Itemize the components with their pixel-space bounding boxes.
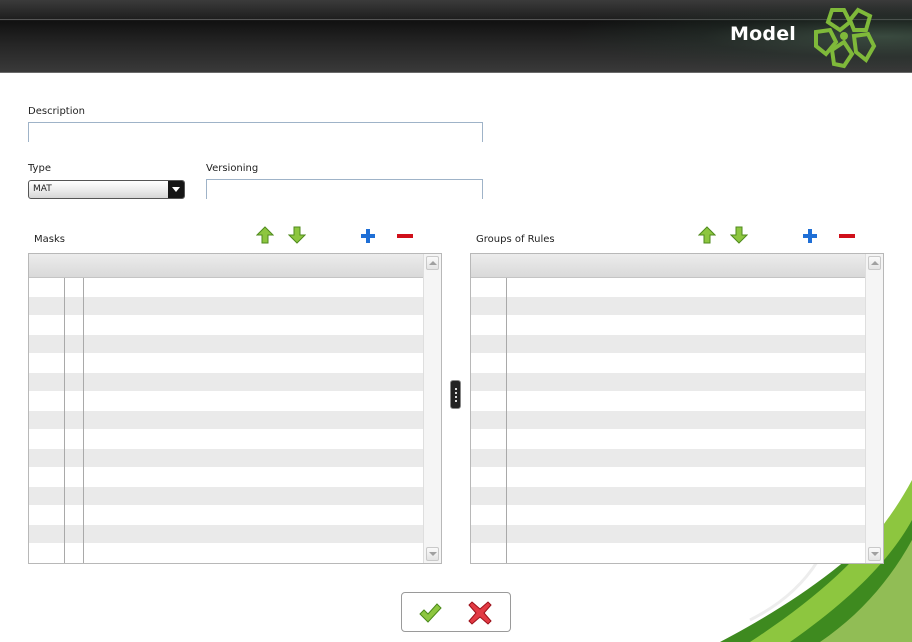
table-row[interactable] xyxy=(29,335,423,354)
cross-icon xyxy=(468,601,492,625)
move-up-icon xyxy=(698,226,716,244)
column-divider xyxy=(64,278,65,563)
table-row[interactable] xyxy=(471,430,865,449)
table-row[interactable] xyxy=(471,316,865,335)
rules-scrollbar[interactable] xyxy=(865,254,883,563)
versioning-label: Versioning xyxy=(206,163,259,174)
logo-icon xyxy=(814,7,877,69)
rules-grid-rows xyxy=(471,278,865,563)
table-row[interactable] xyxy=(29,297,423,316)
column-divider xyxy=(83,278,84,563)
move-down-icon xyxy=(730,226,748,244)
table-row[interactable] xyxy=(471,278,865,297)
table-row[interactable] xyxy=(471,487,865,506)
checkmark-icon xyxy=(419,603,442,623)
table-row[interactable] xyxy=(471,373,865,392)
move-up-icon xyxy=(256,226,274,244)
action-bar xyxy=(401,592,511,632)
table-row[interactable] xyxy=(29,525,423,544)
table-row[interactable] xyxy=(471,354,865,373)
remove-icon xyxy=(839,234,855,238)
table-row[interactable] xyxy=(29,449,423,468)
table-row[interactable] xyxy=(471,449,865,468)
masks-grid-header xyxy=(29,254,423,278)
masks-add-button[interactable] xyxy=(359,227,377,245)
scroll-up-icon[interactable] xyxy=(426,256,439,270)
table-row[interactable] xyxy=(29,316,423,335)
table-row[interactable] xyxy=(471,506,865,525)
add-icon xyxy=(361,229,375,243)
scroll-up-icon[interactable] xyxy=(868,256,881,270)
page-title: Model xyxy=(730,23,796,45)
masks-remove-button[interactable] xyxy=(396,227,414,245)
rules-grid-header xyxy=(471,254,865,278)
table-row[interactable] xyxy=(29,354,423,373)
table-row[interactable] xyxy=(29,392,423,411)
masks-grid[interactable] xyxy=(28,253,442,564)
panel-splitter-handle[interactable] xyxy=(450,380,461,409)
add-icon xyxy=(803,229,817,243)
table-row[interactable] xyxy=(471,335,865,354)
table-row[interactable] xyxy=(471,297,865,316)
masks-title: Masks xyxy=(34,234,65,245)
rules-add-button[interactable] xyxy=(801,227,819,245)
table-row[interactable] xyxy=(471,544,865,563)
remove-icon xyxy=(397,234,413,238)
masks-scrollbar[interactable] xyxy=(423,254,441,563)
cancel-button[interactable] xyxy=(468,601,492,625)
table-row[interactable] xyxy=(29,278,423,297)
table-row[interactable] xyxy=(471,411,865,430)
scroll-down-icon[interactable] xyxy=(426,547,439,561)
table-row[interactable] xyxy=(29,544,423,563)
type-label: Type xyxy=(28,163,51,174)
masks-move-down-button[interactable] xyxy=(288,226,306,244)
table-row[interactable] xyxy=(29,487,423,506)
scroll-down-icon[interactable] xyxy=(868,547,881,561)
masks-grid-rows xyxy=(29,278,423,563)
table-row[interactable] xyxy=(29,373,423,392)
description-input[interactable] xyxy=(28,122,483,142)
rules-title: Groups of Rules xyxy=(476,234,555,245)
table-row[interactable] xyxy=(29,506,423,525)
table-row[interactable] xyxy=(471,525,865,544)
description-label: Description xyxy=(28,106,85,117)
type-selected-value: MAT xyxy=(33,184,52,194)
chevron-down-icon[interactable] xyxy=(168,181,184,198)
rules-grid[interactable] xyxy=(470,253,884,564)
type-select[interactable]: MAT xyxy=(28,180,185,199)
table-row[interactable] xyxy=(29,411,423,430)
confirm-button[interactable] xyxy=(418,601,442,625)
versioning-input[interactable] xyxy=(206,179,483,199)
table-row[interactable] xyxy=(471,392,865,411)
masks-move-up-button[interactable] xyxy=(256,226,274,244)
rules-move-down-button[interactable] xyxy=(730,226,748,244)
move-down-icon xyxy=(288,226,306,244)
table-row[interactable] xyxy=(29,468,423,487)
app-header: Model xyxy=(0,0,912,73)
table-row[interactable] xyxy=(471,468,865,487)
table-row[interactable] xyxy=(29,430,423,449)
rules-remove-button[interactable] xyxy=(838,227,856,245)
column-divider xyxy=(506,278,507,563)
rules-move-up-button[interactable] xyxy=(698,226,716,244)
